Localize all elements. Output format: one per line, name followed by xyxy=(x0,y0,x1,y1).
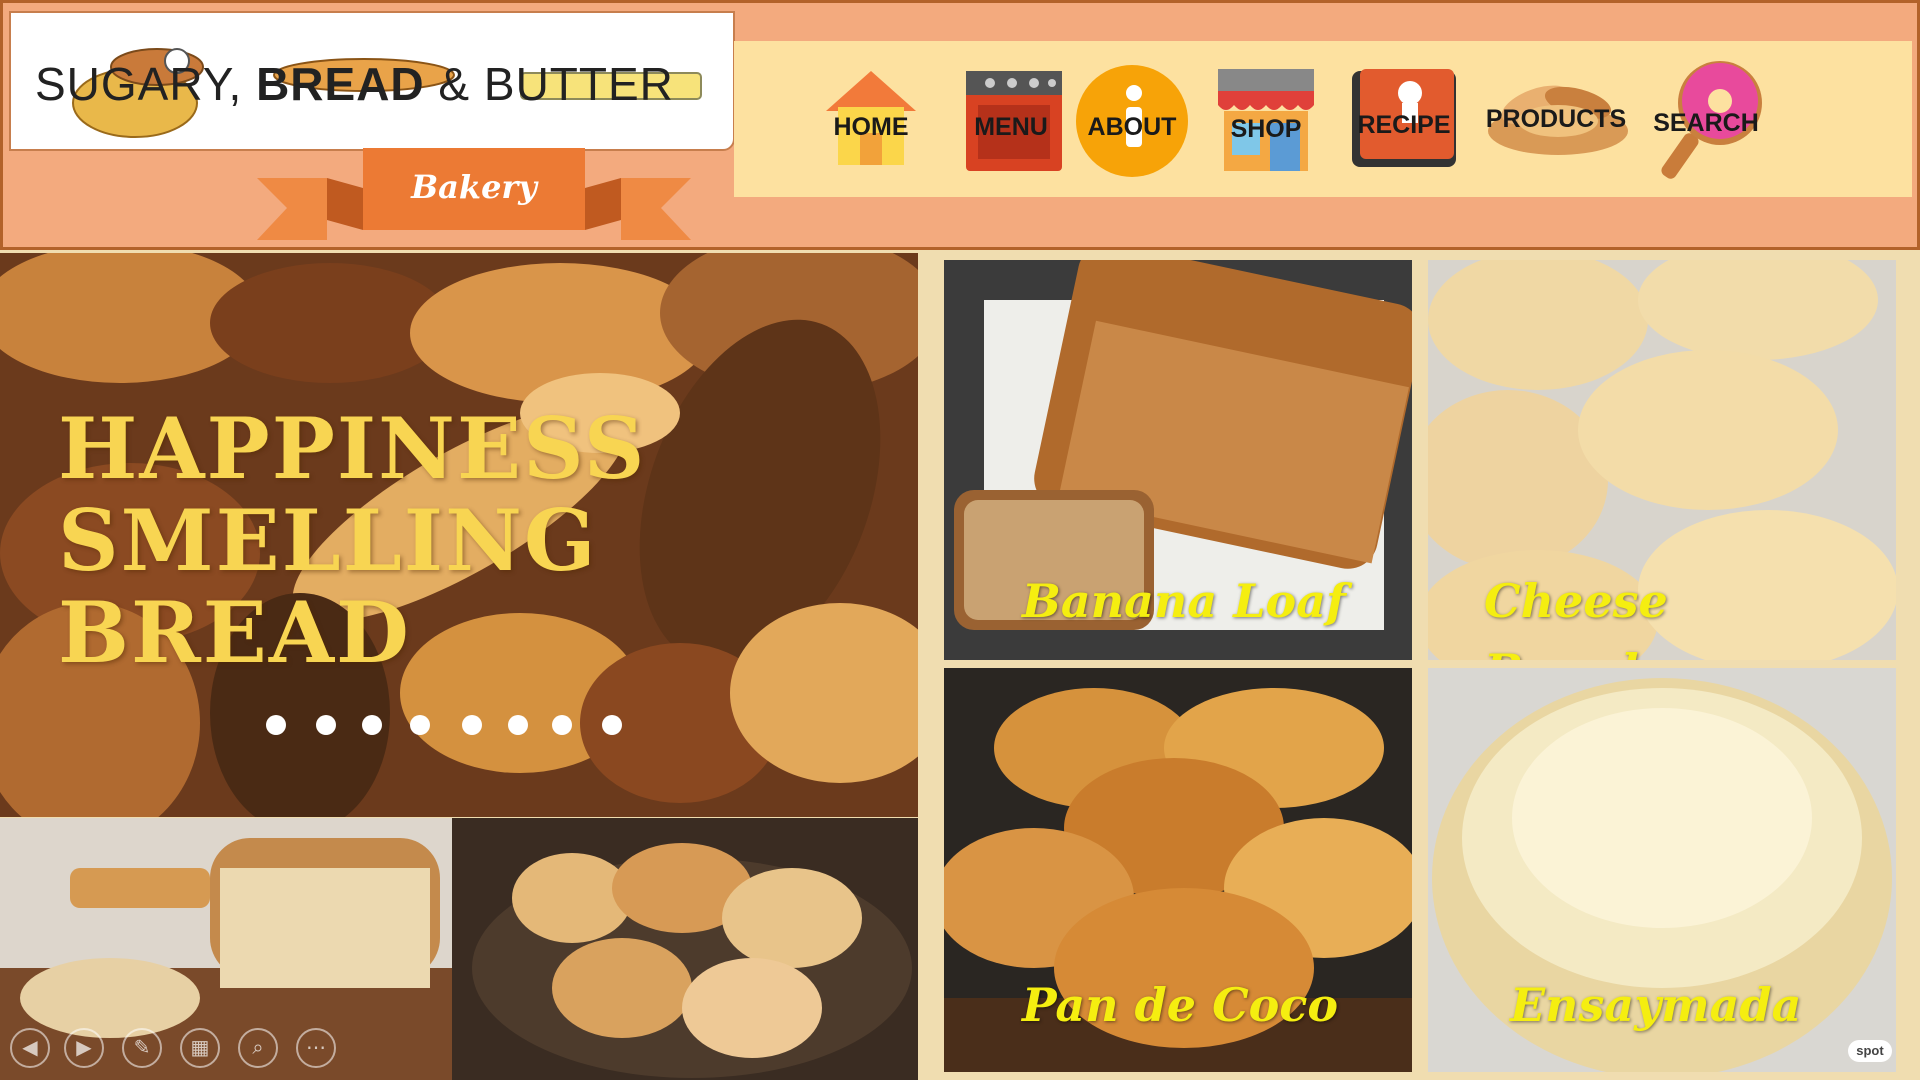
nav-search[interactable]: SEARCH xyxy=(1646,41,1766,197)
nav-products-label: PRODUCTS xyxy=(1485,105,1627,133)
carousel-dot[interactable] xyxy=(552,715,572,735)
nav-menu[interactable]: MENU xyxy=(956,41,1066,197)
nav-shop[interactable]: SHOP xyxy=(1212,41,1320,197)
bakery-label: Bakery xyxy=(411,168,537,206)
product-label-cheese-bread-line1: Cheese xyxy=(1484,574,1668,628)
carousel-dot[interactable] xyxy=(316,715,336,735)
carousel-dot[interactable] xyxy=(462,715,482,735)
previous-icon[interactable]: ◀ xyxy=(10,1028,50,1068)
carousel-dot[interactable] xyxy=(508,715,528,735)
carousel-dot[interactable] xyxy=(362,715,382,735)
slides-icon[interactable]: ▦ xyxy=(180,1028,220,1068)
product-label-ensaymada: Ensaymada xyxy=(1510,978,1802,1032)
product-tile-ensaymada[interactable]: Ensaymada xyxy=(1428,668,1896,1072)
hero-banner: HAPPINESS SMELLING BREAD xyxy=(0,253,918,817)
nav-home-label: HOME xyxy=(833,113,909,141)
site-header: SUGARY, BREAD & BUTTER Bakery HOME MENU … xyxy=(0,0,1920,250)
product-tile-pan-de-coco[interactable]: Pan de Coco xyxy=(944,668,1412,1072)
product-label-cheese-bread-line2: Bread xyxy=(1484,636,1638,660)
logo[interactable]: SUGARY, BREAD & BUTTER xyxy=(9,11,735,151)
next-icon[interactable]: ▶ xyxy=(64,1028,104,1068)
dinner-rolls-image xyxy=(452,818,918,1080)
nav-shop-label: SHOP xyxy=(1230,115,1302,143)
nav-about[interactable]: ABOUT xyxy=(1072,41,1192,197)
product-label-pan-de-coco: Pan de Coco xyxy=(1022,978,1339,1032)
brand-name-part1: SUGARY, xyxy=(35,58,257,110)
pen-icon[interactable]: ✎ xyxy=(122,1028,162,1068)
nav-search-label: SEARCH xyxy=(1653,109,1759,137)
nav-recipe[interactable]: RECIPE xyxy=(1346,41,1462,197)
dinner-rolls-photo xyxy=(452,818,918,1080)
hero-title-line1: HAPPINESS xyxy=(58,399,647,498)
nav-menu-label: MENU xyxy=(974,113,1048,141)
product-tile-banana-loaf[interactable]: Banana Loaf xyxy=(944,260,1412,660)
carousel-dot[interactable] xyxy=(602,715,622,735)
hero-title: HAPPINESS SMELLING BREAD xyxy=(58,403,646,679)
brand-name-part3: & BUTTER xyxy=(424,58,674,110)
hero-title-line3: BREAD xyxy=(58,583,411,682)
nav-products[interactable]: PRODUCTS xyxy=(1476,41,1636,197)
watermark-badge: spot xyxy=(1848,1040,1892,1062)
hero-title-line2: SMELLING xyxy=(58,491,598,590)
brand-name: SUGARY, BREAD & BUTTER xyxy=(35,57,674,111)
more-icon[interactable]: ⋯ xyxy=(296,1028,336,1068)
brand-name-part2: BREAD xyxy=(256,58,425,110)
bakery-ribbon: Bakery xyxy=(257,148,691,240)
nav-recipe-label: RECIPE xyxy=(1357,111,1451,139)
product-label-banana-loaf: Banana Loaf xyxy=(1022,574,1346,628)
nav-home[interactable]: HOME xyxy=(816,41,926,197)
nav-about-label: ABOUT xyxy=(1087,113,1177,141)
carousel-dot[interactable] xyxy=(266,715,286,735)
product-tile-cheese-bread[interactable]: Cheese Bread xyxy=(1428,260,1896,660)
zoom-icon[interactable]: ⌕ xyxy=(238,1028,278,1068)
navigation-bar: HOME MENU ABOUT SHOP RECIPE PRODUCTS SEA… xyxy=(734,41,1912,197)
carousel-dot[interactable] xyxy=(410,715,430,735)
